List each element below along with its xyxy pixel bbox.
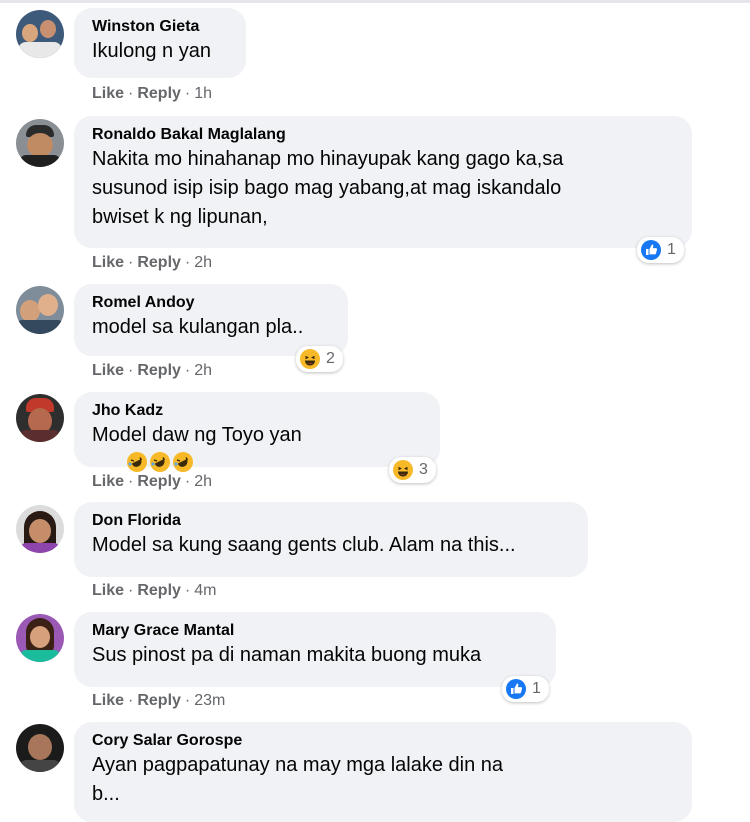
comment-timestamp[interactable]: 2h (194, 362, 212, 379)
comment-timestamp[interactable]: 1h (194, 85, 212, 102)
comment-author[interactable]: Don Florida (92, 511, 570, 531)
reaction-count: 1 (667, 241, 676, 258)
comment-author[interactable]: Jho Kadz (92, 401, 422, 421)
comment-actions: Like · Reply · 2h (92, 473, 213, 490)
comment-text: model sa kulangan pla.. (92, 316, 304, 338)
comment-bubble: Jho Kadz Model daw ng Toyo yan (74, 392, 440, 472)
rofl-emoji (127, 452, 148, 472)
avatar[interactable] (16, 614, 64, 662)
comment-text: Sus pinost pa di naman makita buong muka (92, 644, 482, 666)
avatar[interactable] (16, 10, 64, 58)
comment-author[interactable]: Romel Andoy (92, 293, 330, 313)
comment-text: Model daw ng Toyo yan (92, 421, 422, 508)
comment-author[interactable]: Cory Salar Gorospe (92, 731, 674, 751)
comment-actions: Like · Reply · 4m (92, 582, 217, 599)
comment-timestamp[interactable]: 2h (194, 473, 212, 490)
reaction-count: 1 (532, 680, 541, 697)
like-icon (641, 240, 661, 260)
reply-link[interactable]: Reply (137, 692, 181, 709)
reply-link[interactable]: Reply (137, 582, 181, 599)
comment-text-body: Model daw ng Toyo yan (92, 424, 302, 446)
avatar[interactable] (16, 394, 64, 442)
like-link[interactable]: Like (92, 473, 124, 490)
like-link[interactable]: Like (92, 85, 124, 102)
comment-bubble: Mary Grace Mantal Sus pinost pa di naman… (74, 612, 556, 687)
comment-text: Ikulong n yan (92, 40, 211, 62)
avatar[interactable] (16, 505, 64, 553)
reaction-count: 2 (326, 350, 335, 367)
like-link[interactable]: Like (92, 582, 124, 599)
reaction-summary[interactable]: 3 (389, 457, 436, 483)
comment-author[interactable]: Ronaldo Bakal Maglalang (92, 125, 674, 145)
rofl-emoji (150, 452, 171, 472)
comment-bubble: Cory Salar Gorospe Ayan pagpapatunay na … (74, 722, 692, 822)
comment-actions: Like · Reply · 1h (92, 85, 213, 102)
reply-link[interactable]: Reply (137, 362, 181, 379)
like-icon (506, 679, 526, 699)
avatar[interactable] (16, 119, 64, 167)
reaction-count: 3 (419, 461, 428, 478)
avatar[interactable] (16, 286, 64, 334)
like-link[interactable]: Like (92, 692, 124, 709)
comment-timestamp[interactable]: 23m (194, 692, 225, 709)
comment-bubble: Ronaldo Bakal Maglalang Nakita mo hinaha… (74, 116, 692, 248)
reply-link[interactable]: Reply (137, 473, 181, 490)
top-divider (0, 0, 750, 3)
comment-actions: Like · Reply · 23m (92, 692, 226, 709)
like-link[interactable]: Like (92, 254, 124, 271)
comment-text: Nakita mo hinahanap mo hinayupak kang ga… (92, 148, 564, 228)
comment-author[interactable]: Mary Grace Mantal (92, 621, 538, 641)
comment-text: Ayan pagpapatunay na may mga lalake din … (92, 754, 504, 805)
comment-timestamp[interactable]: 2h (194, 254, 212, 271)
rofl-emoji (173, 452, 194, 472)
reaction-summary[interactable]: 1 (502, 676, 549, 702)
comment-actions: Like · Reply · 2h (92, 254, 213, 271)
comment-timestamp[interactable]: 4m (194, 582, 216, 599)
reaction-summary[interactable]: 2 (296, 346, 343, 372)
comment-bubble: Don Florida Model sa kung saang gents cl… (74, 502, 588, 577)
comment-text: Model sa kung saang gents club. Alam na … (92, 534, 516, 556)
comment-bubble: Winston Gieta Ikulong n yan (74, 8, 246, 78)
reaction-summary[interactable]: 1 (637, 237, 684, 263)
avatar[interactable] (16, 724, 64, 772)
comment-actions: Like · Reply · 2h (92, 362, 213, 379)
reply-link[interactable]: Reply (137, 85, 181, 102)
reply-link[interactable]: Reply (137, 254, 181, 271)
comment-author[interactable]: Winston Gieta (92, 17, 228, 37)
like-link[interactable]: Like (92, 362, 124, 379)
haha-icon (393, 460, 413, 480)
haha-icon (300, 349, 320, 369)
